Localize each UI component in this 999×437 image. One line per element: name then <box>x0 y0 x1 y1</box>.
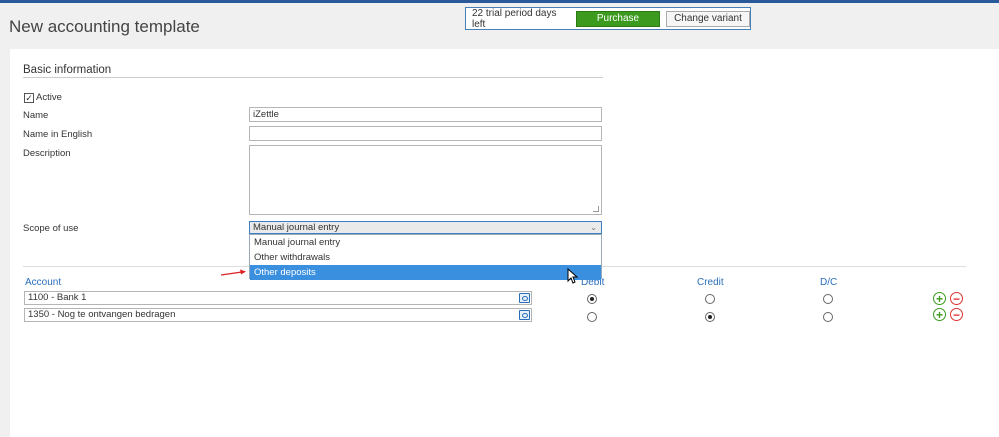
column-header-credit: Credit <box>697 277 724 288</box>
scope-option-manual-journal-entry[interactable]: Manual journal entry <box>250 235 601 250</box>
trial-text: 22 trial period days left <box>472 7 557 30</box>
name-english-label: Name in English <box>23 129 93 140</box>
add-row-icon[interactable]: + <box>933 308 946 321</box>
add-row-icon[interactable]: + <box>933 292 946 305</box>
scope-label: Scope of use <box>23 223 79 234</box>
dc-radio-row-1[interactable] <box>823 294 833 304</box>
dc-radio-row-2[interactable] <box>823 312 833 322</box>
scope-option-other-withdrawals[interactable]: Other withdrawals <box>250 250 601 265</box>
credit-radio-row-2[interactable] <box>705 312 715 322</box>
main-panel: Basic information ✓ Active Name iZettle … <box>10 49 999 437</box>
remove-row-icon[interactable]: − <box>950 292 963 305</box>
lookup-icon[interactable] <box>519 293 530 303</box>
purchase-button[interactable]: Purchase <box>575 10 660 27</box>
debit-radio-row-1[interactable] <box>587 294 597 304</box>
top-accent-bar <box>0 0 999 3</box>
account-value: 1350 - Nog te ontvangen bedragen <box>28 309 176 320</box>
scope-selected-value: Manual journal entry <box>253 222 340 233</box>
checkmark-icon: ✓ <box>25 92 33 103</box>
chevron-down-icon[interactable]: ⌄ <box>590 222 597 233</box>
section-title-basic-information: Basic information <box>23 64 112 76</box>
red-arrow-icon <box>220 269 246 276</box>
trial-banner: 22 trial period days left Purchase Chang… <box>465 7 751 30</box>
description-textarea[interactable] <box>249 145 602 215</box>
credit-radio-row-1[interactable] <box>705 294 715 304</box>
name-label: Name <box>23 110 49 121</box>
column-header-dc: D/C <box>820 277 838 288</box>
change-variant-button[interactable]: Change variant <box>665 10 750 27</box>
description-label: Description <box>23 148 71 159</box>
mouse-cursor-icon <box>567 268 579 284</box>
lookup-icon[interactable] <box>519 310 530 320</box>
account-field-row-2[interactable]: 1350 - Nog te ontvangen bedragen <box>24 308 532 322</box>
column-header-account: Account <box>25 277 62 288</box>
debit-radio-row-2[interactable] <box>587 312 597 322</box>
name-english-field[interactable] <box>249 126 602 141</box>
scope-option-other-deposits[interactable]: Other deposits <box>250 265 601 280</box>
name-field[interactable]: iZettle <box>249 107 602 122</box>
active-label: Active <box>36 92 62 103</box>
account-field-row-1[interactable]: 1100 - Bank 1 <box>24 291 532 305</box>
active-checkbox[interactable]: ✓ <box>24 93 34 103</box>
scope-select[interactable]: Manual journal entry ⌄ <box>249 221 602 234</box>
remove-row-icon[interactable]: − <box>950 308 963 321</box>
scope-dropdown-list: Manual journal entry Other withdrawals O… <box>249 234 602 280</box>
resize-grip-icon[interactable] <box>593 206 599 212</box>
account-value: 1100 - Bank 1 <box>28 292 87 303</box>
page-title: New accounting template <box>9 17 200 36</box>
section-divider <box>23 77 603 78</box>
